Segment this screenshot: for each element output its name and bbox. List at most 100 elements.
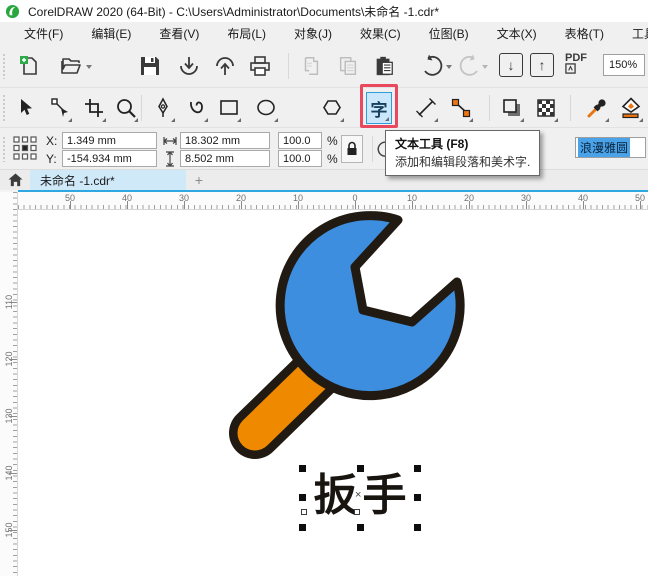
home-icon: [8, 173, 22, 187]
text-node-marker[interactable]: [354, 509, 360, 515]
title-bar: CorelDRAW 2020 (64-Bit) - C:\Users\Admin…: [0, 0, 648, 22]
object-height-field[interactable]: 8.502 mm: [180, 150, 270, 167]
save-button[interactable]: [137, 53, 163, 79]
tooltip-title: 文本工具 (F8): [395, 137, 469, 151]
new-document-button[interactable]: [16, 53, 42, 79]
down-arrow-glyph: ↓: [507, 57, 515, 73]
shape-tool[interactable]: [46, 92, 74, 124]
menu-text[interactable]: 文本(X): [483, 22, 551, 45]
scale-horizontal-value: 100.0: [283, 134, 311, 147]
standard-toolbar: ↓ ↑ PDF 150%: [0, 45, 648, 88]
selection-handle[interactable]: [357, 465, 364, 472]
menu-layout[interactable]: 布局(L): [213, 22, 280, 45]
welcome-home-button[interactable]: [0, 170, 30, 190]
menu-bitmaps[interactable]: 位图(B): [415, 22, 483, 45]
pen-tool[interactable]: [149, 92, 177, 124]
object-height-value: 8.502 mm: [185, 152, 234, 165]
zoom-tool[interactable]: [112, 92, 140, 124]
dimension-tool-icon: [416, 98, 436, 118]
save-icon: [141, 57, 159, 75]
curve-tool-icon: [190, 101, 203, 114]
flyout-arrow: [134, 118, 138, 122]
menu-edit[interactable]: 编辑(E): [77, 22, 145, 45]
flyout-arrow: [171, 118, 175, 122]
font-name-selected: 浪漫雅圆: [578, 138, 631, 157]
document-tab-active[interactable]: 未命名 -1.cdr*: [30, 170, 186, 190]
text-tool[interactable]: 字: [366, 92, 392, 124]
open-folder-icon: [61, 58, 81, 74]
menu-tools[interactable]: 工具(O): [618, 22, 648, 45]
export-doc-button[interactable]: ↑: [530, 53, 554, 77]
pdf-label: PDF: [565, 52, 587, 64]
polygon-tool[interactable]: [318, 92, 346, 124]
y-position-field[interactable]: -154.934 mm: [62, 150, 157, 167]
ellipse-tool[interactable]: [252, 92, 280, 124]
import-button[interactable]: [176, 53, 202, 79]
open-dropdown-caret[interactable]: [86, 65, 92, 69]
lock-ratio-button[interactable]: [341, 135, 363, 163]
text-node-marker[interactable]: [301, 509, 307, 515]
selection-handle[interactable]: [357, 524, 364, 531]
selection-handle[interactable]: [299, 494, 306, 501]
selection-handle[interactable]: [299, 524, 306, 531]
object-width-field[interactable]: 18.302 mm: [180, 132, 270, 149]
curve-tool[interactable]: [182, 92, 210, 124]
toolbar-separator: [288, 53, 289, 79]
connector-tool[interactable]: [447, 92, 475, 124]
toolbox-separator: [141, 95, 142, 121]
selection-handle[interactable]: [414, 524, 421, 531]
rectangle-tool[interactable]: [215, 92, 243, 124]
print-button[interactable]: [247, 53, 273, 79]
menu-effects[interactable]: 效果(C): [346, 22, 415, 45]
menu-table[interactable]: 表格(T): [551, 22, 618, 45]
zoom-level-select[interactable]: 150%: [603, 54, 645, 76]
propbar-separator: [372, 136, 373, 162]
percent-sign: %: [327, 134, 338, 148]
redo-icon: [459, 54, 478, 76]
object-width-value: 18.302 mm: [185, 134, 241, 147]
artistic-text-object[interactable]: 扳手: [310, 468, 415, 524]
flyout-arrow: [554, 118, 558, 122]
scale-vertical-field[interactable]: 100.0: [278, 150, 322, 167]
crop-tool[interactable]: [80, 92, 108, 124]
menu-file[interactable]: 文件(F): [10, 22, 77, 45]
undo-dropdown-caret[interactable]: [446, 65, 452, 69]
open-button[interactable]: [58, 53, 84, 79]
x-position-field[interactable]: 1.349 mm: [62, 132, 157, 149]
new-tab-button[interactable]: +: [186, 170, 212, 190]
propbar-gripper[interactable]: [2, 136, 6, 162]
flyout-arrow: [340, 118, 344, 122]
object-position-widget[interactable]: [12, 135, 38, 161]
publish-pdf-button[interactable]: PDF: [565, 53, 587, 74]
toolbox-gripper[interactable]: [2, 94, 6, 122]
menu-view[interactable]: 查看(V): [145, 22, 213, 45]
paste-button[interactable]: [371, 53, 397, 79]
font-list-box[interactable]: 浪漫雅圆: [575, 137, 646, 158]
zoom-level-value: 150%: [609, 59, 638, 71]
wrench-drawing[interactable]: [200, 205, 470, 475]
flyout-arrow: [434, 118, 438, 122]
menu-object[interactable]: 对象(J): [280, 22, 346, 45]
fill-tool[interactable]: [617, 92, 645, 124]
scale-horizontal-field[interactable]: 100.0: [278, 132, 322, 149]
import-doc-button[interactable]: ↓: [499, 53, 523, 77]
eyedropper-tool-icon: [587, 99, 606, 118]
pick-tool[interactable]: [12, 92, 40, 124]
selection-handle[interactable]: [299, 465, 306, 472]
flyout-arrow: [102, 118, 106, 122]
transparency-tool[interactable]: [532, 92, 560, 124]
selection-handle[interactable]: [414, 465, 421, 472]
dimension-tool[interactable]: [412, 92, 440, 124]
undo-button[interactable]: [420, 53, 446, 79]
x-position-value: 1.349 mm: [67, 134, 116, 147]
cut-button-disabled: [298, 53, 324, 79]
shadow-tool[interactable]: [498, 92, 526, 124]
pick-tool-icon: [21, 99, 32, 115]
eyedropper-tool[interactable]: [583, 92, 611, 124]
selection-handle[interactable]: [414, 494, 421, 501]
flyout-arrow: [237, 118, 241, 122]
export-button[interactable]: [212, 53, 238, 79]
toolbar-gripper[interactable]: [2, 53, 6, 79]
wrench-head: [275, 211, 465, 401]
selection-center-marker[interactable]: ×: [355, 489, 361, 501]
